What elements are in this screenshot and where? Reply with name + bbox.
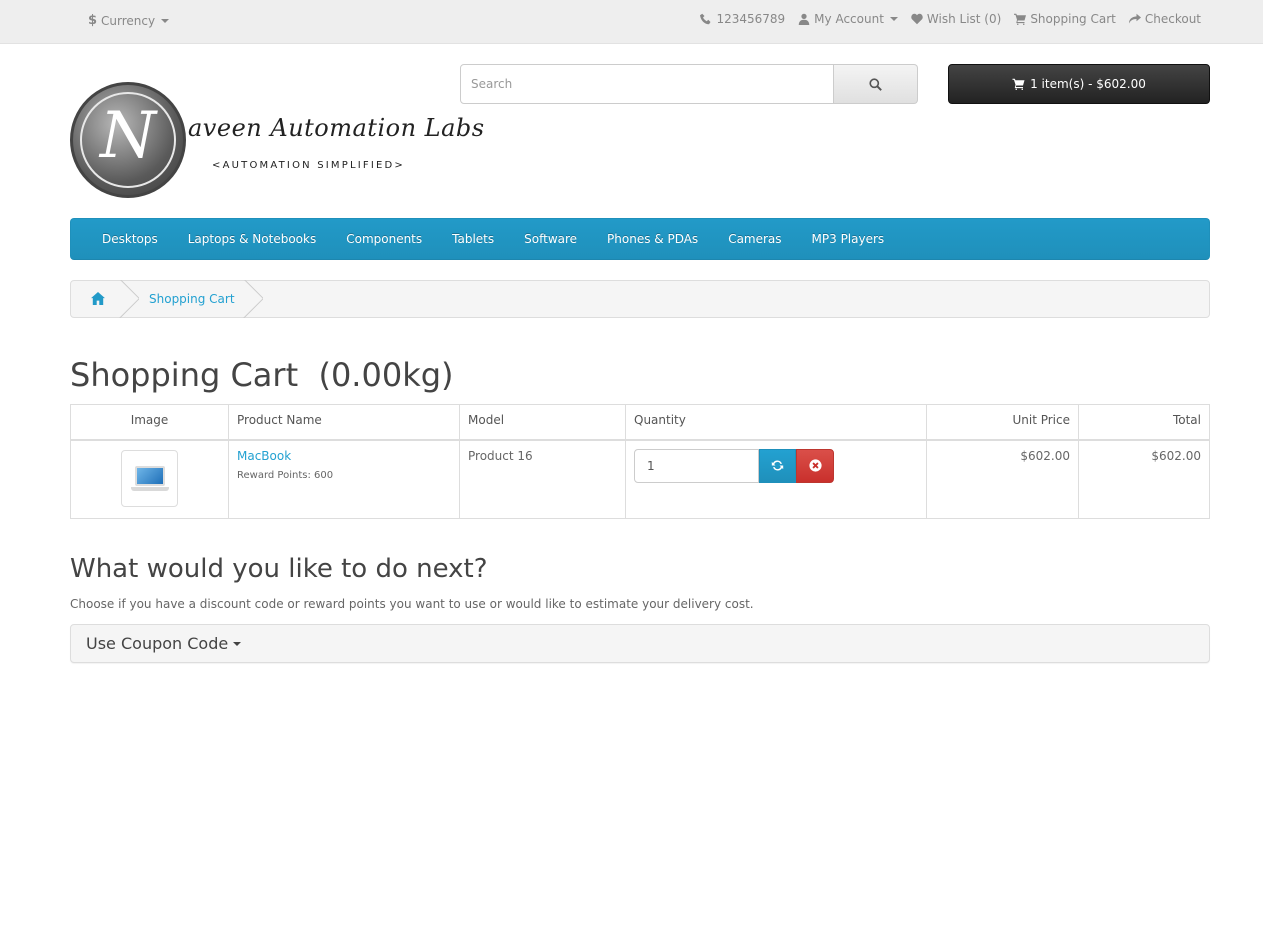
menu-item-components[interactable]: Components [331, 219, 437, 259]
cart-table: Image Product Name Model Quantity Unit P… [70, 404, 1210, 519]
reward-points: Reward Points: 600 [237, 469, 334, 481]
cell-model: Product 16 [459, 439, 626, 519]
cell-total: $602.00 [1078, 439, 1210, 519]
column-header-model: Model [459, 404, 626, 441]
checkout-link[interactable]: Checkout [1128, 12, 1201, 26]
laptop-image [135, 465, 165, 486]
heart-icon [911, 13, 923, 25]
cell-quantity [625, 439, 927, 519]
logo-script-text: aveen Automation Labs [188, 114, 485, 142]
breadcrumb: Shopping Cart [70, 280, 1210, 318]
cell-unit-price: $602.00 [926, 439, 1079, 519]
search-button[interactable] [834, 64, 918, 104]
cart-total-label: 1 item(s) - $602.00 [1030, 77, 1146, 91]
menu-item-laptops-notebooks[interactable]: Laptops & Notebooks [173, 219, 331, 259]
breadcrumb-home-link[interactable] [91, 292, 105, 306]
logo[interactable]: N aveen Automation Labs <AUTOMATION SIMP… [70, 82, 484, 200]
logo-letter: N [100, 99, 156, 173]
wish-list-label: Wish List (0) [926, 12, 1002, 26]
coupon-label: Use Coupon Code [86, 634, 229, 653]
caret-down-icon [233, 641, 242, 646]
column-header-product-name: Product Name [228, 404, 460, 441]
cart-icon [1012, 78, 1025, 90]
table-header-row: Image Product Name Model Quantity Unit P… [70, 404, 1210, 441]
phone-link[interactable]: 123456789 [700, 12, 785, 26]
menu-item-phones-pdas[interactable]: Phones & PDAs [592, 219, 713, 259]
column-header-quantity: Quantity [625, 404, 927, 441]
my-account-dropdown[interactable]: My Account [798, 12, 898, 26]
next-steps-heading: What would you like to do next? [70, 554, 488, 584]
category-menu: Desktops Laptops & Notebooks Components … [70, 218, 1210, 260]
cell-product-name: MacBook Reward Points: 600 [228, 439, 460, 519]
caret-down-icon [161, 18, 170, 23]
cart-total-button[interactable]: 1 item(s) - $602.00 [948, 64, 1210, 104]
next-steps-description: Choose if you have a discount code or re… [70, 597, 754, 611]
quantity-group [634, 448, 834, 483]
table-row: MacBook Reward Points: 600 Product 16 $6… [70, 439, 1210, 519]
column-header-image: Image [70, 404, 229, 441]
currency-dropdown[interactable]: $ Currency [88, 13, 170, 28]
caret-down-icon [889, 17, 898, 21]
user-icon [798, 13, 810, 25]
menu-item-software[interactable]: Software [509, 219, 592, 259]
home-icon [91, 292, 105, 305]
top-bar: $ Currency 123456789 My Account Wish Lis… [0, 0, 1263, 44]
menu-item-desktops[interactable]: Desktops [87, 219, 173, 259]
menu-item-cameras[interactable]: Cameras [713, 219, 796, 259]
menu-item-tablets[interactable]: Tablets [437, 219, 509, 259]
use-coupon-toggle[interactable]: Use Coupon Code [86, 634, 242, 653]
update-button[interactable] [759, 448, 796, 483]
coupon-panel: Use Coupon Code [70, 624, 1210, 663]
remove-button[interactable] [796, 448, 834, 483]
search-bar [460, 64, 918, 104]
refresh-icon [771, 460, 784, 471]
top-links: 123456789 My Account Wish List (0) Shopp… [700, 12, 1201, 26]
remove-circle-icon [808, 459, 822, 472]
page-title: Shopping Cart (0.00kg) [70, 356, 454, 394]
share-icon [1128, 13, 1141, 24]
shopping-cart-label: Shopping Cart [1030, 12, 1116, 26]
column-header-unit-price: Unit Price [926, 404, 1079, 441]
product-name-link[interactable]: MacBook [237, 449, 291, 463]
wish-list-link[interactable]: Wish List (0) [911, 12, 1001, 26]
column-header-total: Total [1078, 404, 1210, 441]
logo-emblem: N [70, 82, 186, 198]
breadcrumb-separator [243, 280, 263, 318]
checkout-label: Checkout [1144, 12, 1201, 26]
product-thumbnail[interactable] [121, 449, 178, 507]
cell-image [70, 439, 229, 519]
logo-tagline: <AUTOMATION SIMPLIFIED> [212, 160, 405, 171]
quantity-input[interactable] [634, 448, 759, 483]
my-account-label: My Account [814, 12, 884, 26]
phone-icon [700, 13, 711, 25]
breadcrumb-shopping-cart-link[interactable]: Shopping Cart [149, 292, 235, 306]
cart-icon [1014, 13, 1027, 25]
currency-label: Currency [101, 13, 156, 28]
menu-item-mp3-players[interactable]: MP3 Players [797, 219, 900, 259]
shopping-cart-link[interactable]: Shopping Cart [1014, 12, 1116, 26]
search-icon [869, 77, 882, 91]
search-input[interactable] [460, 64, 834, 104]
breadcrumb-separator [119, 280, 139, 318]
currency-symbol: $ [88, 13, 98, 28]
phone-number: 123456789 [716, 12, 786, 26]
